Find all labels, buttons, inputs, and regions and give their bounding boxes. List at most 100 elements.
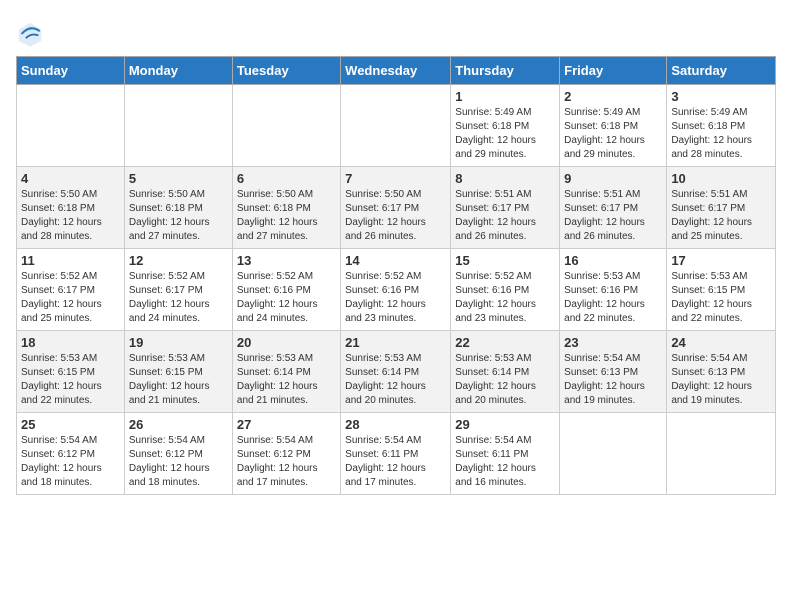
day-info: Sunrise: 5:49 AM Sunset: 6:18 PM Dayligh… [564, 106, 662, 162]
calendar-cell: 20 Sunrise: 5:53 AM Sunset: 6:14 PM Dayli… [232, 331, 340, 413]
day-number: 10 [671, 171, 771, 186]
calendar-week-row: 1 Sunrise: 5:49 AM Sunset: 6:18 PM Daylig… [17, 85, 776, 167]
calendar-cell: 6Sunrise: 5:50 AM Sunset: 6:18 PM Daylig… [232, 167, 340, 249]
calendar-week-row: 18Sunrise: 5:53 AM Sunset: 6:15 PM Dayli… [17, 331, 776, 413]
calendar-table: SundayMondayTuesdayWednesdayThursdayFrid… [16, 56, 776, 495]
day-number: 22 [455, 335, 555, 350]
calendar-cell: 2 Sunrise: 5:49 AM Sunset: 6:18 PM Daylig… [560, 85, 667, 167]
calendar-cell: 27 Sunrise: 5:54 AM Sunset: 6:12 PM Dayli… [232, 413, 340, 495]
calendar-cell: 17 Sunrise: 5:53 AM Sunset: 6:15 PM Dayli… [667, 249, 776, 331]
day-number: 8 [455, 171, 555, 186]
day-number: 13 [237, 253, 336, 268]
calendar-cell: 15Sunrise: 5:52 AM Sunset: 6:16 PM Dayli… [451, 249, 560, 331]
calendar-cell: 22 Sunrise: 5:53 AM Sunset: 6:14 PM Dayli… [451, 331, 560, 413]
day-number: 12 [129, 253, 228, 268]
calendar-cell: 26Sunrise: 5:54 AM Sunset: 6:12 PM Dayli… [124, 413, 232, 495]
day-info: Sunrise: 5:52 AM Sunset: 6:17 PM Dayligh… [129, 270, 228, 326]
day-number: 24 [671, 335, 771, 350]
day-info: Sunrise: 5:54 AM Sunset: 6:13 PM Dayligh… [671, 352, 771, 408]
day-info: Sunrise: 5:49 AM Sunset: 6:18 PM Dayligh… [455, 106, 555, 162]
day-number: 7 [345, 171, 446, 186]
day-info: Sunrise: 5:54 AM Sunset: 6:12 PM Dayligh… [237, 434, 336, 490]
day-info: Sunrise: 5:50 AM Sunset: 6:17 PM Dayligh… [345, 188, 446, 244]
calendar-cell: 10 Sunrise: 5:51 AM Sunset: 6:17 PM Dayli… [667, 167, 776, 249]
day-number: 20 [237, 335, 336, 350]
day-number: 11 [21, 253, 120, 268]
weekday-header-row: SundayMondayTuesdayWednesdayThursdayFrid… [17, 57, 776, 85]
day-number: 25 [21, 417, 120, 432]
calendar-cell [232, 85, 340, 167]
logo [16, 20, 46, 48]
weekday-header-friday: Friday [560, 57, 667, 85]
day-number: 14 [345, 253, 446, 268]
day-number: 17 [671, 253, 771, 268]
calendar-cell: 8 Sunrise: 5:51 AM Sunset: 6:17 PM Daylig… [451, 167, 560, 249]
calendar-cell: 12 Sunrise: 5:52 AM Sunset: 6:17 PM Dayli… [124, 249, 232, 331]
calendar-cell: 23 Sunrise: 5:54 AM Sunset: 6:13 PM Dayli… [560, 331, 667, 413]
calendar-cell: 13 Sunrise: 5:52 AM Sunset: 6:16 PM Dayli… [232, 249, 340, 331]
calendar-cell: 25 Sunrise: 5:54 AM Sunset: 6:12 PM Dayli… [17, 413, 125, 495]
day-info: Sunrise: 5:52 AM Sunset: 6:17 PM Dayligh… [21, 270, 120, 326]
day-info: Sunrise: 5:52 AM Sunset: 6:16 PM Dayligh… [455, 270, 555, 326]
logo-icon [16, 20, 44, 48]
calendar-cell: 5 Sunrise: 5:50 AM Sunset: 6:18 PM Daylig… [124, 167, 232, 249]
calendar-cell [124, 85, 232, 167]
weekday-header-wednesday: Wednesday [341, 57, 451, 85]
header [16, 16, 776, 48]
day-info: Sunrise: 5:50 AM Sunset: 6:18 PM Dayligh… [21, 188, 120, 244]
weekday-header-tuesday: Tuesday [232, 57, 340, 85]
day-info: Sunrise: 5:52 AM Sunset: 6:16 PM Dayligh… [345, 270, 446, 326]
day-number: 2 [564, 89, 662, 104]
day-info: Sunrise: 5:54 AM Sunset: 6:12 PM Dayligh… [129, 434, 228, 490]
day-number: 28 [345, 417, 446, 432]
calendar-cell: 18Sunrise: 5:53 AM Sunset: 6:15 PM Dayli… [17, 331, 125, 413]
day-info: Sunrise: 5:53 AM Sunset: 6:14 PM Dayligh… [345, 352, 446, 408]
day-number: 3 [671, 89, 771, 104]
calendar-cell [667, 413, 776, 495]
day-info: Sunrise: 5:53 AM Sunset: 6:15 PM Dayligh… [21, 352, 120, 408]
calendar-week-row: 25 Sunrise: 5:54 AM Sunset: 6:12 PM Dayli… [17, 413, 776, 495]
calendar-cell [17, 85, 125, 167]
day-info: Sunrise: 5:53 AM Sunset: 6:16 PM Dayligh… [564, 270, 662, 326]
calendar-week-row: 11 Sunrise: 5:52 AM Sunset: 6:17 PM Dayli… [17, 249, 776, 331]
weekday-header-monday: Monday [124, 57, 232, 85]
day-info: Sunrise: 5:51 AM Sunset: 6:17 PM Dayligh… [455, 188, 555, 244]
calendar-cell: 11 Sunrise: 5:52 AM Sunset: 6:17 PM Dayli… [17, 249, 125, 331]
calendar-cell: 4 Sunrise: 5:50 AM Sunset: 6:18 PM Daylig… [17, 167, 125, 249]
day-info: Sunrise: 5:49 AM Sunset: 6:18 PM Dayligh… [671, 106, 771, 162]
weekday-header-thursday: Thursday [451, 57, 560, 85]
day-info: Sunrise: 5:54 AM Sunset: 6:13 PM Dayligh… [564, 352, 662, 408]
day-info: Sunrise: 5:54 AM Sunset: 6:12 PM Dayligh… [21, 434, 120, 490]
day-number: 23 [564, 335, 662, 350]
day-number: 27 [237, 417, 336, 432]
calendar-cell: 29 Sunrise: 5:54 AM Sunset: 6:11 PM Dayli… [451, 413, 560, 495]
day-info: Sunrise: 5:53 AM Sunset: 6:15 PM Dayligh… [671, 270, 771, 326]
day-info: Sunrise: 5:51 AM Sunset: 6:17 PM Dayligh… [671, 188, 771, 244]
day-info: Sunrise: 5:50 AM Sunset: 6:18 PM Dayligh… [129, 188, 228, 244]
calendar-cell: 24 Sunrise: 5:54 AM Sunset: 6:13 PM Dayli… [667, 331, 776, 413]
calendar-cell: 14 Sunrise: 5:52 AM Sunset: 6:16 PM Dayli… [341, 249, 451, 331]
day-info: Sunrise: 5:53 AM Sunset: 6:14 PM Dayligh… [455, 352, 555, 408]
day-info: Sunrise: 5:54 AM Sunset: 6:11 PM Dayligh… [345, 434, 446, 490]
calendar-cell: 7 Sunrise: 5:50 AM Sunset: 6:17 PM Daylig… [341, 167, 451, 249]
day-info: Sunrise: 5:53 AM Sunset: 6:15 PM Dayligh… [129, 352, 228, 408]
day-number: 4 [21, 171, 120, 186]
calendar-cell: 28 Sunrise: 5:54 AM Sunset: 6:11 PM Dayli… [341, 413, 451, 495]
weekday-header-saturday: Saturday [667, 57, 776, 85]
weekday-header-sunday: Sunday [17, 57, 125, 85]
day-info: Sunrise: 5:52 AM Sunset: 6:16 PM Dayligh… [237, 270, 336, 326]
day-info: Sunrise: 5:54 AM Sunset: 6:11 PM Dayligh… [455, 434, 555, 490]
day-number: 21 [345, 335, 446, 350]
calendar-cell: 19 Sunrise: 5:53 AM Sunset: 6:15 PM Dayli… [124, 331, 232, 413]
calendar-week-row: 4 Sunrise: 5:50 AM Sunset: 6:18 PM Daylig… [17, 167, 776, 249]
day-number: 6 [237, 171, 336, 186]
calendar-cell: 9Sunrise: 5:51 AM Sunset: 6:17 PM Daylig… [560, 167, 667, 249]
day-info: Sunrise: 5:53 AM Sunset: 6:14 PM Dayligh… [237, 352, 336, 408]
day-number: 5 [129, 171, 228, 186]
day-number: 1 [455, 89, 555, 104]
calendar-cell: 3 Sunrise: 5:49 AM Sunset: 6:18 PM Daylig… [667, 85, 776, 167]
day-info: Sunrise: 5:51 AM Sunset: 6:17 PM Dayligh… [564, 188, 662, 244]
day-number: 29 [455, 417, 555, 432]
day-number: 19 [129, 335, 228, 350]
calendar-cell: 1 Sunrise: 5:49 AM Sunset: 6:18 PM Daylig… [451, 85, 560, 167]
